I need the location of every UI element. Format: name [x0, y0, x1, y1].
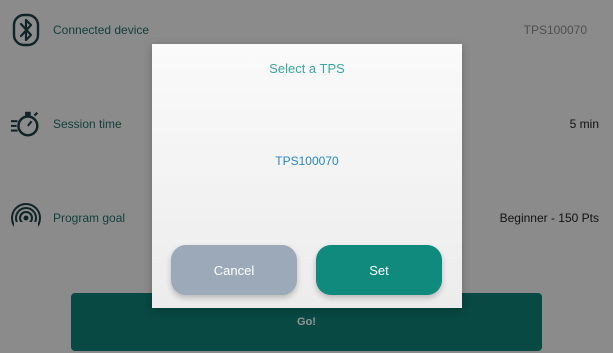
set-button[interactable]: Set — [316, 245, 442, 295]
dialog-title: Select a TPS — [269, 61, 345, 76]
cancel-button[interactable]: Cancel — [171, 245, 297, 295]
select-tps-dialog: Select a TPS TPS100070 Cancel Set — [152, 44, 462, 308]
tps-device-option[interactable]: TPS100070 — [152, 154, 462, 168]
